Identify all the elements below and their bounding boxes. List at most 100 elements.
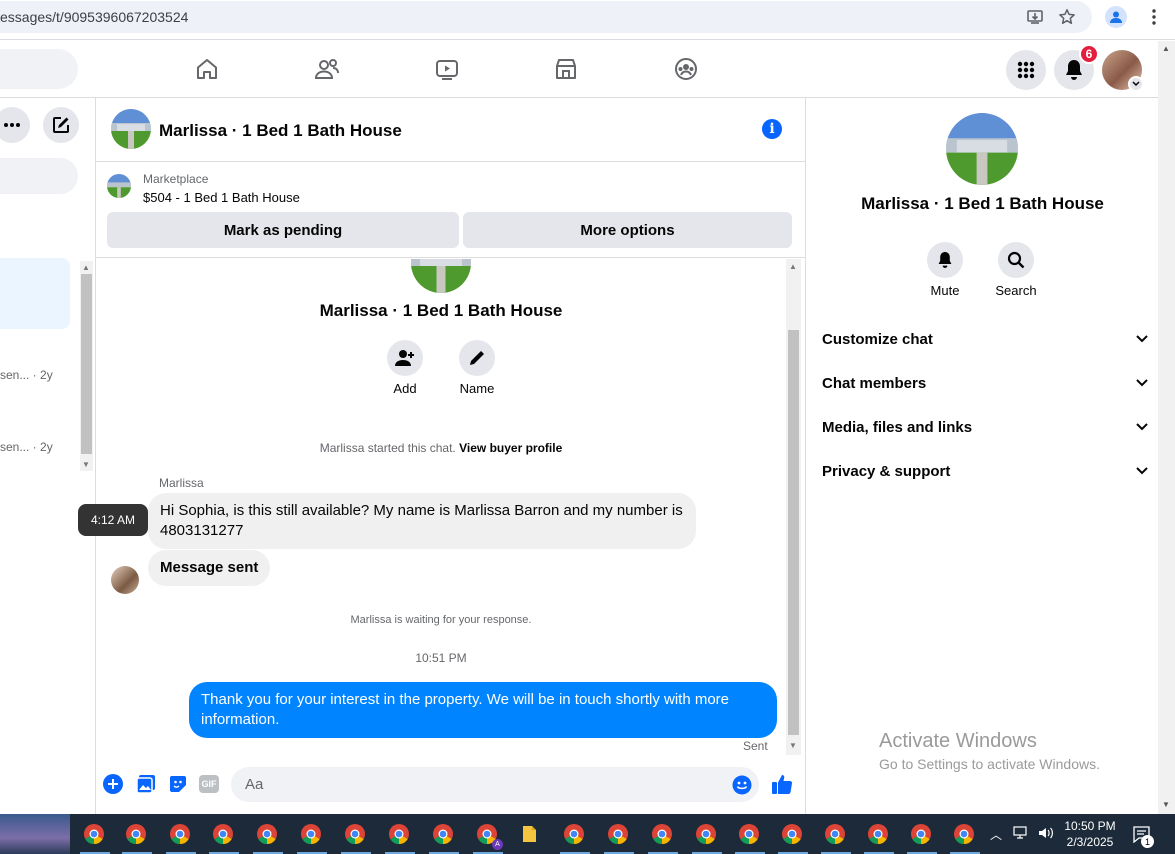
- facebook-search-input[interactable]: [0, 49, 78, 89]
- home-icon[interactable]: [189, 53, 225, 85]
- sticker-icon[interactable]: [168, 774, 188, 799]
- bookmark-star-icon[interactable]: [1056, 6, 1078, 28]
- chrome-app-icon[interactable]: [429, 820, 459, 854]
- chrome-app-icon[interactable]: [778, 820, 808, 854]
- mark-as-pending-button[interactable]: Mark as pending: [107, 212, 459, 248]
- taskbar-clock[interactable]: 10:50 PM 2/3/2025: [1058, 818, 1122, 850]
- message-input[interactable]: Aa: [231, 767, 759, 802]
- marketplace-icon[interactable]: [548, 53, 584, 85]
- chrome-app-icon[interactable]: [341, 820, 371, 854]
- chrome-app-icon[interactable]: [166, 820, 196, 854]
- message-sent-bubble[interactable]: Message sent: [148, 550, 271, 586]
- volume-icon[interactable]: [1038, 826, 1054, 845]
- search-label: Search: [995, 283, 1037, 298]
- mute-bell-icon[interactable]: [927, 242, 963, 278]
- chat-scroll-up-icon[interactable]: ▲: [789, 262, 797, 271]
- chrome-app-icon[interactable]: [560, 820, 590, 854]
- message-status: Sent: [743, 739, 768, 753]
- chrome-app-icon[interactable]: [692, 820, 722, 854]
- customize-chat-section[interactable]: Customize chat: [822, 317, 1152, 361]
- incoming-message-bubble[interactable]: Hi Sophia, is this still available? My n…: [148, 493, 696, 549]
- conversation-info-pane: Marlissa · 1 Bed 1 Bath House Mute Searc…: [805, 98, 1158, 814]
- page-scroll-down-icon[interactable]: ▼: [1162, 800, 1170, 809]
- chrome-app-icon[interactable]: [648, 820, 678, 854]
- more-vertical-icon[interactable]: [1143, 6, 1165, 28]
- more-actions-plus-icon[interactable]: [103, 774, 123, 794]
- account-chevron-icon[interactable]: [1128, 76, 1144, 92]
- add-person-icon[interactable]: [387, 340, 423, 376]
- listing-thumbnail[interactable]: [107, 174, 131, 198]
- conversation-snippet[interactable]: sen... · 2y: [0, 440, 53, 454]
- chrome-app-icon[interactable]: [604, 820, 634, 854]
- privacy-support-section[interactable]: Privacy & support: [822, 449, 1152, 493]
- chrome-app-icon[interactable]: [735, 820, 765, 854]
- chrome-app-icon[interactable]: [907, 820, 937, 854]
- browser-address-bar: essages/t/9095396067203524: [0, 0, 1175, 40]
- outgoing-message-bubble[interactable]: Thank you for your interest in the prope…: [189, 682, 777, 738]
- install-app-icon[interactable]: [1024, 6, 1046, 28]
- chat-header: Marlissa · 1 Bed 1 Bath House i: [96, 98, 805, 162]
- page-scrollbar[interactable]: [1158, 41, 1175, 814]
- chevron-down-icon: [1136, 467, 1148, 475]
- more-options-button[interactable]: More options: [463, 212, 792, 248]
- chevron-down-icon: [1136, 423, 1148, 431]
- chrome-app-icon[interactable]: [297, 820, 327, 854]
- chrome-app-icon[interactable]: [80, 820, 110, 854]
- chrome-app-icon[interactable]: A: [473, 820, 503, 854]
- chrome-app-icon[interactable]: [821, 820, 851, 854]
- new-message-icon[interactable]: [43, 107, 79, 143]
- sender-avatar[interactable]: [111, 566, 139, 594]
- windows-taskbar: ︿ 10:50 PM 2/3/2025 1 A: [0, 814, 1175, 854]
- gif-icon[interactable]: GIF: [199, 775, 219, 793]
- scroll-up-arrow-icon[interactable]: ▲: [82, 263, 90, 272]
- chats-sidebar: sen... · 2y sen... · 2y ▲ ▼: [0, 98, 96, 814]
- sidebar-scroll-thumb[interactable]: [81, 274, 92, 454]
- menu-grid-icon[interactable]: [1006, 50, 1046, 90]
- chevron-down-icon: [1136, 335, 1148, 343]
- chrome-app-icon[interactable]: [209, 820, 239, 854]
- waiting-notice: Marlissa is waiting for your response.: [350, 614, 532, 626]
- media-files-links-section[interactable]: Media, files and links: [822, 405, 1152, 449]
- page-scroll-up-icon[interactable]: ▲: [1162, 44, 1170, 53]
- view-buyer-profile-link[interactable]: View buyer profile: [459, 441, 562, 455]
- show-hidden-icons-icon[interactable]: ︿: [990, 826, 1002, 843]
- start-button[interactable]: [0, 814, 70, 854]
- chrome-app-icon[interactable]: [950, 820, 980, 854]
- url-text[interactable]: essages/t/9095396067203524: [0, 9, 188, 25]
- file-explorer-icon[interactable]: [516, 820, 544, 848]
- info-avatar[interactable]: [946, 113, 1018, 185]
- profile-icon[interactable]: [1105, 6, 1127, 28]
- intro-avatar[interactable]: [411, 259, 471, 293]
- chats-options-icon[interactable]: [0, 107, 30, 143]
- notification-badge: 6: [1079, 44, 1099, 64]
- info-icon[interactable]: i: [762, 119, 782, 139]
- chrome-app-icon[interactable]: [253, 820, 283, 854]
- chat-avatar[interactable]: [111, 109, 151, 149]
- search-icon[interactable]: [998, 242, 1034, 278]
- listing-price-title[interactable]: $504 - 1 Bed 1 Bath House: [143, 190, 300, 205]
- chrome-app-icon[interactable]: [385, 820, 415, 854]
- like-thumbs-up-icon[interactable]: [771, 773, 793, 800]
- activate-windows-title: Activate Windows: [879, 730, 1037, 752]
- active-conversation-item[interactable]: [0, 258, 70, 329]
- attach-photo-icon[interactable]: [136, 774, 156, 799]
- chevron-down-icon: [1136, 379, 1148, 387]
- marketplace-label: Marketplace: [143, 172, 209, 186]
- chat-scroll-down-icon[interactable]: ▼: [789, 741, 797, 750]
- chat-scroll-thumb[interactable]: [788, 330, 799, 735]
- chat-title[interactable]: Marlissa · 1 Bed 1 Bath House: [159, 121, 402, 141]
- chrome-app-icon[interactable]: [122, 820, 152, 854]
- search-messenger-input[interactable]: [0, 158, 78, 194]
- chat-members-section[interactable]: Chat members: [822, 361, 1152, 405]
- scroll-down-arrow-icon[interactable]: ▼: [82, 460, 90, 469]
- groups-icon[interactable]: [668, 53, 704, 85]
- clock-date: 2/3/2025: [1066, 835, 1114, 849]
- emoji-icon[interactable]: [732, 775, 752, 800]
- friends-icon[interactable]: [309, 53, 345, 85]
- chrome-app-icon[interactable]: [864, 820, 894, 854]
- chat-started-text: Marlissa started this chat.: [319, 441, 456, 455]
- edit-name-pencil-icon[interactable]: [459, 340, 495, 376]
- conversation-snippet[interactable]: sen... · 2y: [0, 368, 53, 382]
- watch-video-icon[interactable]: [429, 53, 465, 85]
- network-icon[interactable]: [1013, 826, 1029, 845]
